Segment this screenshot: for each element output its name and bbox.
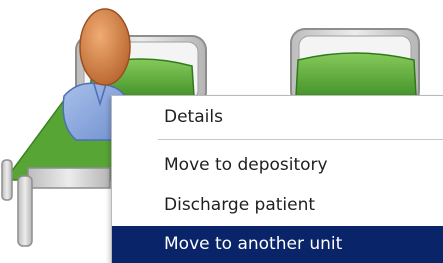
menu-item-discharge-patient[interactable]: Discharge patient bbox=[112, 186, 443, 224]
footboard-rail bbox=[27, 167, 111, 189]
bed-leg bbox=[1, 159, 13, 201]
pillow bbox=[295, 52, 417, 101]
context-menu: Details Move to depository Discharge pat… bbox=[111, 95, 443, 263]
menu-item-move-to-another-unit[interactable]: Move to another unit bbox=[112, 226, 443, 263]
patient-avatar-icon bbox=[79, 8, 131, 86]
bed-leg bbox=[17, 175, 33, 247]
menu-separator bbox=[158, 139, 443, 140]
menu-item-details[interactable]: Details bbox=[112, 98, 443, 136]
menu-item-move-to-depository[interactable]: Move to depository bbox=[112, 146, 443, 184]
empty-bed-icon[interactable] bbox=[290, 28, 420, 106]
